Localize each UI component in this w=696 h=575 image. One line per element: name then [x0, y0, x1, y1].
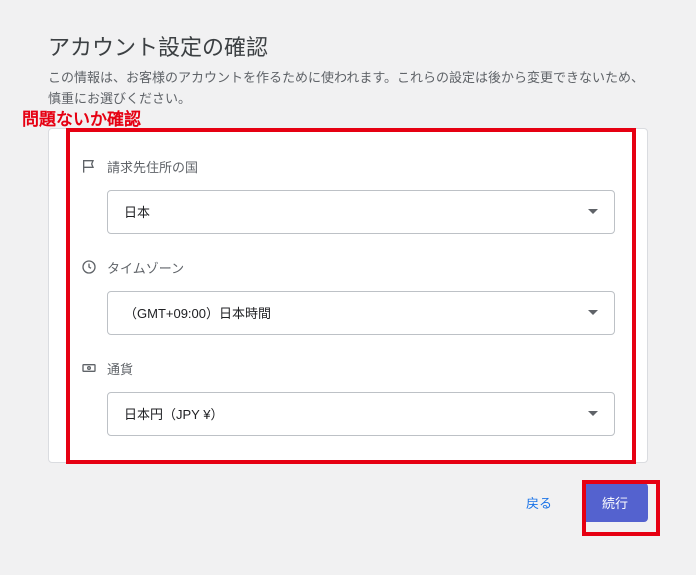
currency-value: 日本円（JPY ¥）	[124, 404, 223, 423]
chevron-down-icon	[588, 209, 598, 214]
chevron-down-icon	[588, 411, 598, 416]
field-currency: 通貨 日本円（JPY ¥）	[81, 359, 615, 436]
field-timezone: タイムゾーン （GMT+09:00）日本時間	[81, 258, 615, 335]
currency-icon	[81, 360, 97, 376]
annotation-label: 問題ないか確認	[22, 105, 141, 130]
settings-card: 請求先住所の国 日本 タイムゾーン （GMT+09:00）日本時間 通貨	[48, 128, 648, 463]
clock-icon	[81, 259, 97, 275]
back-button[interactable]: 戻る	[512, 483, 566, 522]
country-select[interactable]: 日本	[107, 190, 615, 234]
continue-button[interactable]: 続行	[582, 483, 648, 522]
page-subtitle: この情報は、お客様のアカウントを作るために使われます。これらの設定は後から変更で…	[48, 68, 648, 110]
chevron-down-icon	[588, 310, 598, 315]
currency-select[interactable]: 日本円（JPY ¥）	[107, 392, 615, 436]
label-row-country: 請求先住所の国	[81, 157, 615, 176]
currency-label: 通貨	[107, 359, 133, 378]
timezone-select[interactable]: （GMT+09:00）日本時間	[107, 291, 615, 335]
label-row-currency: 通貨	[81, 359, 615, 378]
page-title: アカウント設定の確認	[48, 30, 648, 62]
actions-row: 戻る 続行	[0, 463, 696, 522]
timezone-label: タイムゾーン	[107, 258, 184, 277]
timezone-value: （GMT+09:00）日本時間	[124, 303, 271, 322]
country-value: 日本	[124, 202, 150, 221]
country-label: 請求先住所の国	[107, 157, 198, 176]
field-country: 請求先住所の国 日本	[81, 157, 615, 234]
label-row-timezone: タイムゾーン	[81, 258, 615, 277]
flag-icon	[81, 158, 97, 174]
